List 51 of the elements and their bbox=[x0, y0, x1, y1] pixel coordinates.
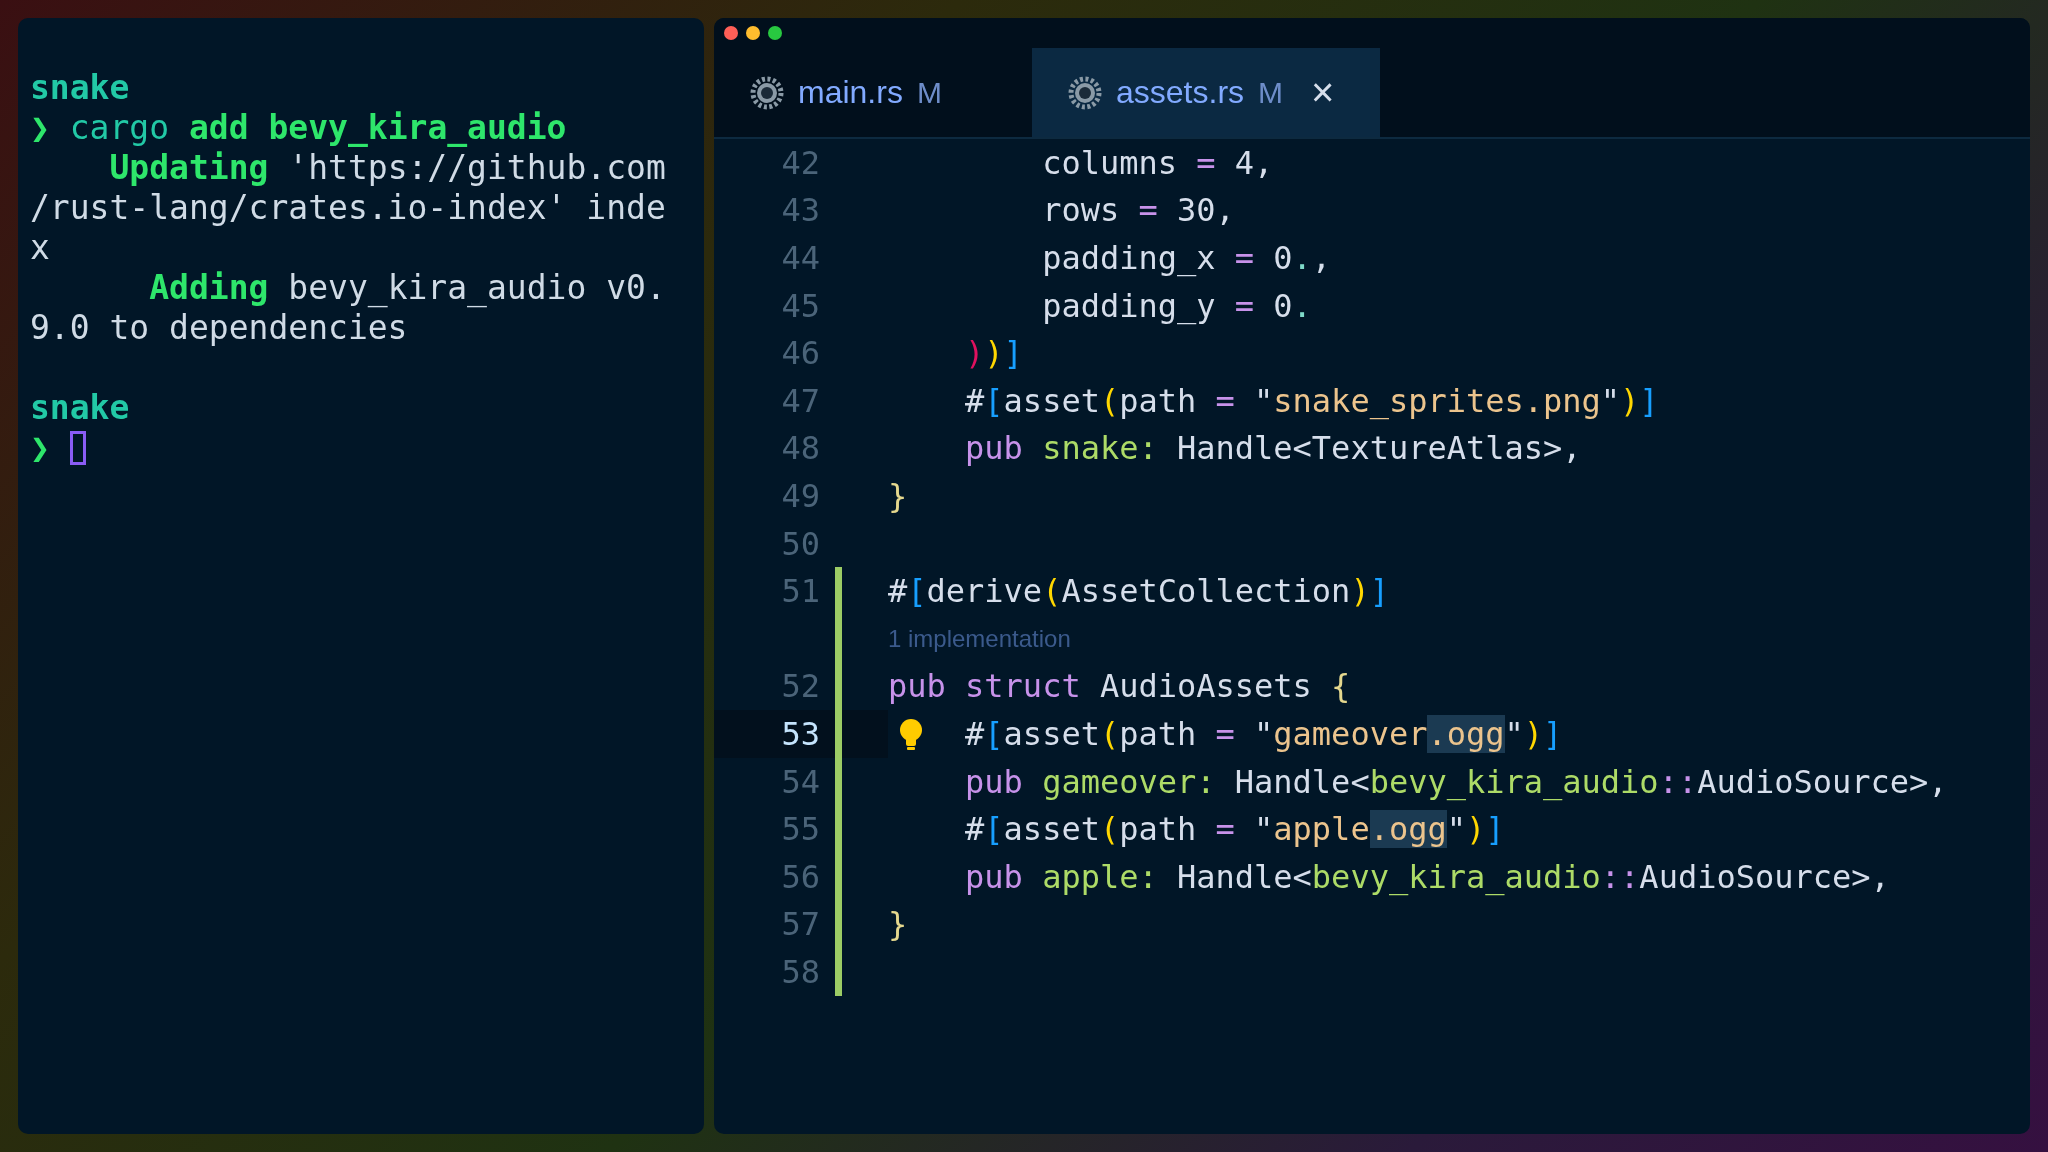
code-line: pub snake: Handle<TextureAtlas>, bbox=[964, 429, 1582, 468]
line-number: 44 bbox=[780, 239, 820, 277]
modified-label: M bbox=[916, 75, 942, 110]
line-number: 57 bbox=[780, 905, 820, 944]
code-line: columns = 4, bbox=[1041, 143, 1274, 182]
code-line: } bbox=[888, 476, 908, 515]
line-number: 43 bbox=[780, 191, 820, 230]
code-line: padding_y = 0. bbox=[1041, 286, 1312, 325]
line-number: 53 bbox=[780, 714, 820, 753]
line-number: 55 bbox=[780, 810, 820, 849]
minimize-window-button[interactable] bbox=[746, 26, 760, 40]
code-line: } bbox=[888, 905, 908, 944]
terminal-line: 9.0 to dependencies bbox=[30, 308, 408, 348]
close-window-button[interactable] bbox=[724, 26, 738, 40]
line-number: 54 bbox=[780, 762, 820, 801]
code-line: #[asset(path = "snake_sprites.png")] bbox=[964, 381, 1659, 420]
terminal-line: Adding bevy_kira_audio v0. bbox=[148, 268, 666, 308]
terminal-line: ❯ cargo add bevy_kira_audio bbox=[30, 108, 567, 148]
line-number: 48 bbox=[780, 429, 820, 468]
gear-icon bbox=[1068, 75, 1102, 110]
line-number: 49 bbox=[780, 476, 820, 515]
modified-label: M bbox=[1258, 75, 1284, 110]
code-line: #[asset(path = "apple.ogg")] bbox=[964, 810, 1505, 849]
terminal-line: ❯ bbox=[30, 428, 51, 468]
code-line: #[asset(path = "gameover.ogg")] bbox=[964, 714, 1563, 753]
line-number: 56 bbox=[780, 857, 820, 896]
terminal-line: snake bbox=[30, 388, 130, 428]
terminal-line: /rust-lang/crates.io-index' inde bbox=[30, 188, 666, 228]
gear-icon bbox=[750, 75, 784, 110]
line-number: 45 bbox=[780, 286, 820, 325]
code-line: padding_x = 0., bbox=[1041, 239, 1332, 277]
code-line: #[derive(AssetCollection)] bbox=[888, 572, 1389, 611]
code-line: pub gameover: Handle<bevy_kira_audio::AudioSource>, bbox=[964, 762, 1948, 801]
line-number: 51 bbox=[780, 572, 820, 611]
code-line: pub struct AudioAssets { bbox=[888, 667, 1351, 706]
terminal-line: snake bbox=[30, 68, 130, 108]
file-tab[interactable]: assets.rs M × bbox=[1032, 48, 1380, 137]
code-line: pub apple: Handle<bevy_kira_audio::AudioSource>, bbox=[964, 857, 1890, 896]
zoom-window-button[interactable] bbox=[768, 26, 782, 40]
line-number: 42 bbox=[780, 143, 820, 182]
terminal-line: x bbox=[30, 228, 50, 268]
line-number: 50 bbox=[780, 524, 820, 563]
line-number: 52 bbox=[780, 667, 820, 706]
file-tab[interactable]: main.rs M bbox=[714, 48, 1032, 137]
code-line: rows = 30, bbox=[1041, 191, 1235, 230]
code-line: ))] bbox=[964, 334, 1023, 373]
line-number: 47 bbox=[780, 381, 820, 420]
line-number: 58 bbox=[780, 952, 820, 991]
terminal-line: Updating 'https://github.com bbox=[108, 148, 666, 188]
line-number: 46 bbox=[780, 334, 820, 373]
close-tab-button[interactable]: × bbox=[1311, 70, 1335, 115]
